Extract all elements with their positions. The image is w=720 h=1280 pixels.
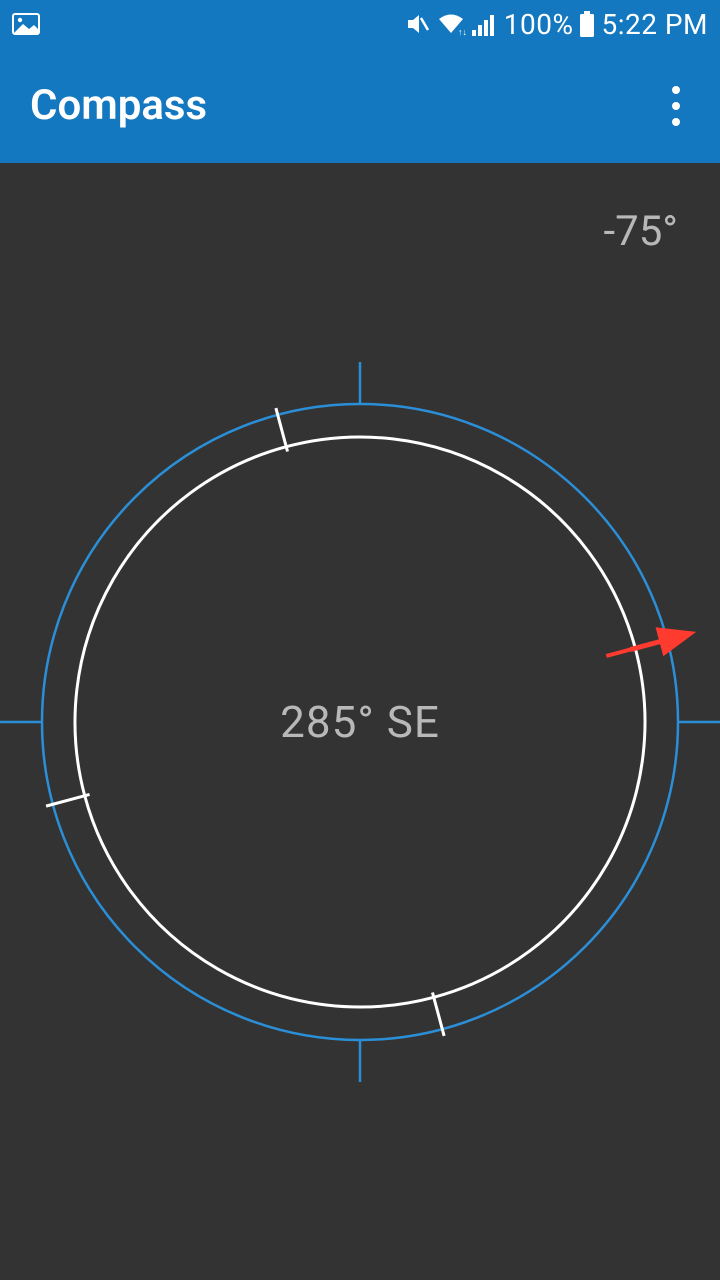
- status-time: 5:22 PM: [601, 8, 708, 41]
- compass-content: -75°: [0, 163, 720, 1280]
- status-bar: ↑↓ 100% 5:22 PM: [0, 0, 720, 48]
- wifi-icon: ↑↓: [436, 12, 466, 36]
- compass-dial[interactable]: 285° SE: [0, 362, 720, 1082]
- battery-percentage: 100%: [504, 8, 574, 41]
- battery-icon: [579, 11, 595, 37]
- overflow-menu-icon[interactable]: [662, 76, 690, 136]
- svg-text:↑↓: ↑↓: [458, 28, 466, 36]
- signal-icon: [472, 12, 498, 36]
- app-title: Compass: [30, 81, 662, 130]
- deviation-value: -75°: [603, 207, 678, 256]
- app-bar: Compass: [0, 48, 720, 163]
- picture-icon: [12, 13, 40, 35]
- mute-icon: [404, 11, 430, 37]
- heading-value: 285° SE: [280, 696, 440, 748]
